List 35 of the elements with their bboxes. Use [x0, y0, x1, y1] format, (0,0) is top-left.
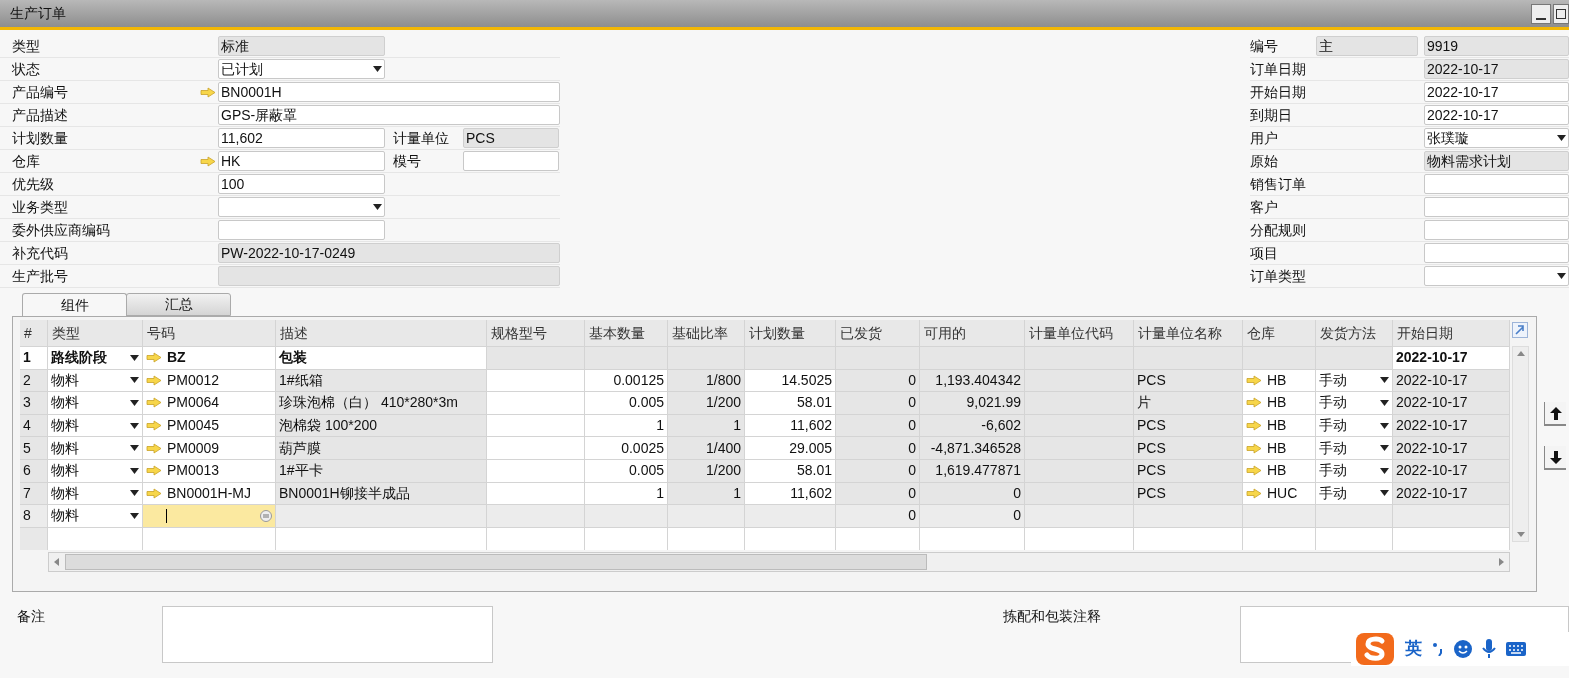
row-number: 5	[20, 437, 48, 460]
field-label: 备注	[16, 607, 46, 626]
window-title: 生产订单	[9, 4, 66, 23]
field-label: 计量单位	[393, 128, 450, 148]
field-label: 分配规则	[1250, 220, 1307, 240]
field-label: 拣配和包装注释	[1003, 607, 1103, 626]
field-label: 产品描述	[11, 105, 69, 125]
field-label: 订单类型	[1250, 266, 1307, 286]
field-label: 编号	[1250, 36, 1279, 56]
field-label: 订单日期	[1250, 59, 1307, 79]
field-label: 业务类型	[11, 197, 69, 217]
field-label: 原始	[1250, 151, 1279, 171]
row-number: 4	[20, 414, 48, 438]
field-label: 类型	[11, 36, 41, 56]
row-number: 6	[20, 459, 48, 483]
field-label: 状态	[11, 59, 41, 79]
field-label: 销售订单	[1250, 174, 1307, 194]
row-number: 1	[20, 347, 48, 370]
field-label: 项目	[1250, 243, 1279, 263]
row-number: 8	[20, 505, 48, 528]
field-label: 委外供应商编码	[11, 220, 111, 240]
field-label: 优先级	[11, 174, 55, 194]
field-label: 用户	[1250, 128, 1279, 148]
field-label: 生产批号	[11, 266, 69, 286]
field-label: 产品编号	[11, 82, 69, 102]
field-label: 模号	[393, 151, 422, 171]
row-number: 3	[20, 392, 48, 415]
field-label: 客户	[1250, 197, 1279, 217]
field-label: 计划数量	[11, 128, 69, 148]
field-label: 到期日	[1250, 105, 1293, 125]
field-label: 补充代码	[11, 243, 69, 263]
row-number: 2	[20, 369, 48, 393]
row-number: 7	[20, 482, 48, 506]
field-label: 仓库	[11, 151, 41, 171]
field-label: 开始日期	[1250, 82, 1307, 102]
